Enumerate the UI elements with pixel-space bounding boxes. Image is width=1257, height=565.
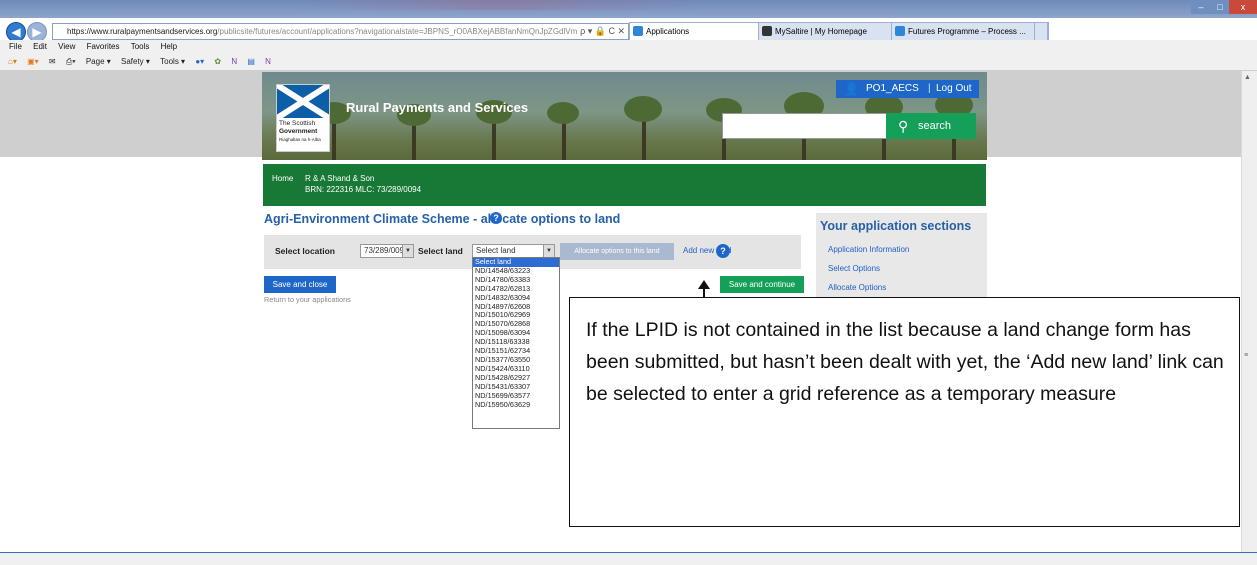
feeds-icon[interactable]: ▣▾ [27, 57, 39, 66]
saltire-icon [762, 26, 772, 36]
address-bar-icons[interactable]: ρ ▾ 🔒 C ✕ [577, 24, 628, 39]
business-name: R & A Shand & Son [305, 174, 375, 183]
location-dropdown-arrow[interactable]: ▼ [402, 244, 414, 258]
maximize-button[interactable]: □ [1211, 0, 1229, 14]
site-title: Rural Payments and Services [346, 100, 529, 115]
scroll-up-icon[interactable]: ▲ [1244, 74, 1251, 81]
tab-futures[interactable]: Futures Programme – Process ... [891, 22, 1049, 41]
command-bar: ⌂▾ ▣▾ ✉ ⎙▾ Page ▾ Safety ▾ Tools ▾ ●▾ ✿ … [0, 54, 1257, 71]
forward-icon[interactable]: ▶ [27, 22, 47, 42]
scroll-thumb[interactable]: ≡ [1244, 352, 1248, 359]
land-dropdown-list[interactable]: Select land ND/14548/63223 ND/14780/6338… [472, 257, 560, 429]
mail-icon[interactable]: ✉ [49, 57, 56, 66]
user-bar: 👤 PO1_AECS | Log Out [836, 80, 979, 98]
location-select[interactable]: 73/289/0094 [360, 244, 409, 258]
user-icon: 👤 [844, 82, 859, 96]
onenote-link-icon[interactable]: N [265, 57, 271, 66]
help-icon[interactable]: ? [490, 212, 502, 224]
window-controls: – □ x [1191, 0, 1257, 14]
select-land-label: Select land [418, 246, 463, 256]
research-icon[interactable]: ▤ [247, 57, 255, 66]
land-select[interactable]: Select land ▼ [472, 244, 555, 258]
menu-favorites[interactable]: Favorites [87, 42, 120, 51]
close-button[interactable]: x [1229, 0, 1257, 14]
onenote-icon[interactable]: N [231, 57, 237, 66]
title-bar-decoration [300, 0, 700, 10]
business-ids: BRN: 222316 MLC: 73/289/0094 [305, 185, 422, 194]
annotation-callout: If the LPID is not contained in the list… [569, 297, 1240, 527]
menu-help[interactable]: Help [161, 42, 177, 51]
logout-link[interactable]: Log Out [936, 80, 972, 98]
ie-icon [633, 26, 643, 36]
address-url-path: /publicsite/futures/account/applications… [217, 27, 581, 36]
tools-menu[interactable]: Tools ▾ [160, 57, 185, 66]
return-to-applications-link[interactable]: Return to your applications [264, 295, 351, 304]
tab-label: Applications [646, 27, 690, 36]
addon-icon[interactable]: ✿ [214, 57, 221, 66]
sidebar-title: Your application sections [820, 219, 972, 233]
menu-view[interactable]: View [58, 42, 75, 51]
home-star-gear-icons[interactable]: ⌂ ★ ⚙ [1206, 22, 1238, 35]
saltire-flag-icon [277, 85, 329, 118]
select-location-label: Select location [275, 246, 335, 256]
back-icon[interactable]: ◀ [6, 22, 26, 42]
search-icon: ⚲ [898, 118, 909, 134]
username: PO1_AECS [866, 83, 919, 94]
minimize-button[interactable]: – [1191, 0, 1211, 14]
status-bar [0, 552, 1257, 565]
address-bar[interactable]: https://www.ruralpaymentsandservices.org… [52, 23, 629, 40]
allocate-options-button[interactable]: Allocate options to this land [560, 243, 674, 260]
business-bar: Home R & A Shand & Son BRN: 222316 MLC: … [263, 164, 986, 206]
page-title: Agri-Environment Climate Scheme - alloca… [264, 212, 621, 226]
sidebar-item-select-options[interactable]: Select Options [828, 264, 880, 273]
logo-text: The Scottish Government Riaghaltas na h-… [279, 120, 321, 142]
scottish-government-logo[interactable]: The Scottish Government Riaghaltas na h-… [276, 84, 330, 152]
sidebar-item-allocate-options[interactable]: Allocate Options [828, 283, 886, 292]
sidebar-item-application-information[interactable]: Application Information [828, 245, 909, 254]
menu-edit[interactable]: Edit [33, 42, 47, 51]
menu-bar: File Edit View Favorites Tools Help [0, 40, 1257, 54]
tab-label: Futures Programme – Process ... [908, 27, 1026, 36]
save-and-continue-button[interactable]: Save and continue [720, 276, 804, 293]
home-link[interactable]: Home [272, 174, 293, 183]
page-menu[interactable]: Page ▾ [86, 57, 111, 66]
tab-mysaltire[interactable]: MySaltire | My Homepage [758, 22, 906, 41]
home-icon[interactable]: ⌂▾ [8, 57, 17, 66]
new-tab-button[interactable] [1034, 22, 1048, 41]
help-icon[interactable]: ●▾ [195, 57, 204, 66]
search-input[interactable] [722, 113, 888, 139]
search-button[interactable]: ⚲ search [886, 113, 976, 139]
address-url-host: https://www.ruralpaymentsandservices.org [67, 27, 218, 36]
print-icon[interactable]: ⎙▾ [66, 57, 76, 66]
safety-menu[interactable]: Safety ▾ [121, 57, 150, 66]
save-and-close-button[interactable]: Save and close [264, 276, 336, 293]
list-item[interactable]: ND/15950/63629 [473, 400, 559, 410]
chevron-down-icon[interactable]: ▼ [543, 245, 554, 257]
menu-tools[interactable]: Tools [131, 42, 150, 51]
vertical-scrollbar[interactable] [1241, 71, 1257, 553]
help-icon[interactable]: ? [716, 244, 730, 258]
tab-label: MySaltire | My Homepage [775, 27, 867, 36]
tab-applications[interactable]: Applications ✕ [629, 22, 773, 41]
chevron-down-icon: ▼ [402, 245, 413, 257]
ie-icon [895, 26, 905, 36]
menu-file[interactable]: File [9, 42, 22, 51]
